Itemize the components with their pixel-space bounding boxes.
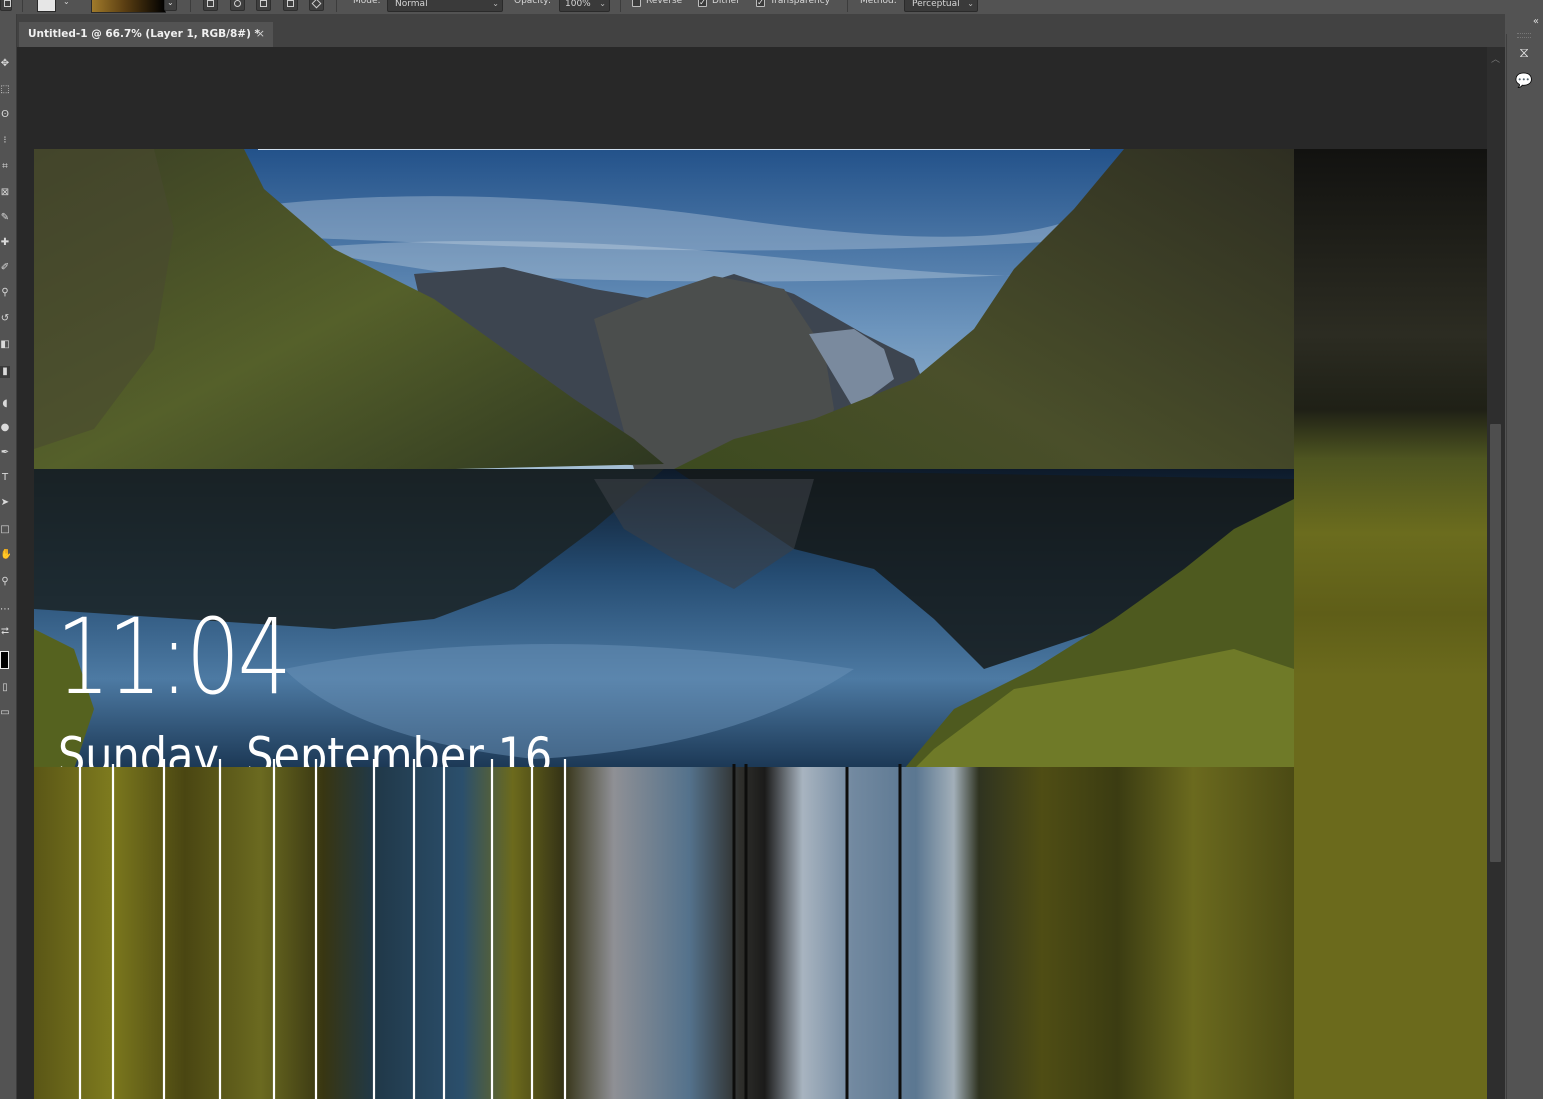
opacity-label: Opacity: bbox=[514, 0, 551, 6]
lockscreen-date-wrapper: Sunday, September 16 bbox=[58, 731, 618, 767]
collapse-panels-icon[interactable]: « bbox=[1533, 16, 1539, 27]
comments-panel-icon[interactable]: 💬 bbox=[1509, 69, 1539, 93]
tools-panel: ✥ ⬚ ʘ ⁝ ⌗ ⊠ ✎ ✚ ✐ ⚲ ↺ ◧ ▮ ◖ ● ✒ T ➤ □ ✋ ⚲ ⋯ ⮂ ▯ ▭ bbox=[0, 14, 17, 1099]
eyedropper-tool-icon[interactable]: ✎ bbox=[0, 212, 10, 224]
method-value: Perceptual bbox=[912, 0, 960, 9]
clone-stamp-tool-icon[interactable]: ⚲ bbox=[0, 287, 10, 299]
frame-tool-icon[interactable]: ⊠ bbox=[0, 187, 10, 199]
crop-tool-icon[interactable]: ⌗ bbox=[0, 161, 10, 173]
dodge-tool-icon[interactable]: ● bbox=[0, 422, 10, 434]
brush-tool-icon[interactable]: ✐ bbox=[0, 262, 10, 274]
scroll-up-icon[interactable]: ︿ bbox=[1491, 52, 1500, 65]
transparency-label: Transparency bbox=[770, 0, 831, 6]
reflected-gradient-icon[interactable] bbox=[283, 0, 298, 11]
scroll-thumb[interactable] bbox=[1490, 424, 1501, 862]
rectangle-tool-icon[interactable]: □ bbox=[0, 524, 10, 536]
mode-label: Mode: bbox=[353, 0, 381, 6]
more-tools-icon[interactable]: ⋯ bbox=[0, 604, 10, 616]
quick-mask-icon[interactable]: ▯ bbox=[0, 682, 10, 694]
gradient-picker[interactable] bbox=[91, 0, 166, 13]
transparency-checkbox[interactable]: ✓ bbox=[756, 0, 765, 7]
blur-tool-icon[interactable]: ◖ bbox=[0, 398, 10, 410]
mode-value: Normal bbox=[395, 0, 428, 9]
canvas-vertical-scrollbar[interactable]: ︿ bbox=[1487, 47, 1505, 1099]
method-select[interactable]: Perceptual ⌄ bbox=[904, 0, 978, 12]
path-select-tool-icon[interactable]: ➤ bbox=[0, 497, 10, 509]
history-brush-tool-icon[interactable]: ↺ bbox=[0, 313, 10, 325]
selection-edge bbox=[258, 149, 1090, 150]
gradient-preview-small[interactable] bbox=[37, 0, 56, 12]
chevron-down-icon: ⌄ bbox=[967, 0, 974, 8]
opacity-field[interactable]: 100% ⌄ bbox=[559, 0, 610, 12]
document-tab-bar: Untitled-1 @ 66.7% (Layer 1, RGB/8#) * × bbox=[17, 14, 1505, 47]
close-icon[interactable]: × bbox=[256, 22, 265, 46]
reverse-checkbox[interactable] bbox=[632, 0, 641, 7]
zoom-tool-icon[interactable]: ⚲ bbox=[0, 576, 10, 588]
gradient-tool-icon[interactable]: ▮ bbox=[0, 366, 10, 378]
type-tool-icon[interactable]: T bbox=[0, 472, 10, 484]
lockscreen-clock: 11:04 bbox=[56, 596, 292, 718]
dither-checkbox[interactable]: ✓ bbox=[698, 0, 707, 7]
document-tab[interactable]: Untitled-1 @ 66.7% (Layer 1, RGB/8#) * × bbox=[19, 22, 273, 47]
opacity-value: 100% bbox=[565, 0, 591, 9]
reverse-label: Reverse bbox=[646, 0, 683, 6]
eraser-tool-icon[interactable]: ◧ bbox=[0, 339, 10, 351]
dither-label: Dither bbox=[712, 0, 740, 6]
options-bar: ⌄ ⌄ Mode: Normal ⌄ Opacity: 100% ⌄ Reverse… bbox=[0, 0, 1543, 14]
screen-mode-icon[interactable]: ▭ bbox=[0, 707, 10, 719]
mode-select[interactable]: Normal ⌄ bbox=[387, 0, 503, 12]
radial-gradient-icon[interactable] bbox=[230, 0, 245, 11]
chevron-down-icon: ⌄ bbox=[492, 0, 499, 8]
swap-colors-icon[interactable]: ⮂ bbox=[0, 626, 10, 638]
gradient-dropdown-button[interactable]: ⌄ bbox=[164, 0, 177, 11]
healing-brush-tool-icon[interactable]: ✚ bbox=[0, 237, 10, 249]
quick-select-tool-icon[interactable]: ⁝ bbox=[0, 135, 10, 147]
move-tool-icon[interactable]: ✥ bbox=[0, 58, 10, 70]
lockscreen-date: Sunday, September 16 bbox=[58, 731, 553, 767]
linear-gradient-icon[interactable] bbox=[203, 0, 218, 11]
method-label: Method: bbox=[860, 0, 897, 6]
right-panel-dock: « ⧖ 💬 bbox=[1505, 14, 1543, 1099]
chevron-down-icon: ⌄ bbox=[599, 0, 606, 8]
diamond-gradient-icon[interactable] bbox=[309, 0, 324, 11]
pen-tool-icon[interactable]: ✒ bbox=[0, 447, 10, 459]
angle-gradient-icon[interactable] bbox=[256, 0, 271, 11]
document-tab-title: Untitled-1 @ 66.7% (Layer 1, RGB/8#) * bbox=[28, 28, 261, 40]
panel-grip[interactable] bbox=[1517, 33, 1531, 38]
document-canvas[interactable]: 11:04 Sunday, September 16 bbox=[34, 149, 1487, 1099]
foreground-color-swatch[interactable] bbox=[0, 651, 9, 669]
marquee-tool-icon[interactable]: ⬚ bbox=[0, 84, 10, 96]
history-panel-icon[interactable]: ⧖ bbox=[1509, 41, 1539, 65]
chevron-down-icon[interactable]: ⌄ bbox=[63, 0, 70, 12]
tool-preset-icon[interactable] bbox=[0, 0, 12, 11]
hand-tool-icon[interactable]: ✋ bbox=[0, 549, 10, 561]
lasso-tool-icon[interactable]: ʘ bbox=[0, 109, 10, 121]
chevron-down-icon: ⌄ bbox=[167, 0, 174, 7]
